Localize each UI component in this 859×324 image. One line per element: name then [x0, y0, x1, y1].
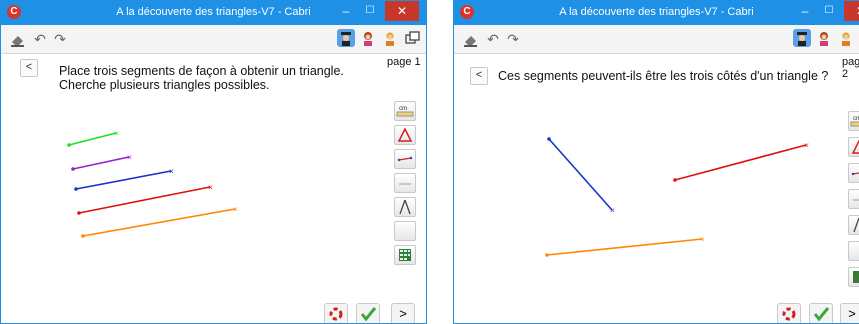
segment-endpoint-handle[interactable]: ×	[700, 236, 706, 244]
segment-endpoint[interactable]	[71, 167, 75, 171]
calculator-tool-icon[interactable]	[848, 267, 859, 287]
calculator-tool-icon[interactable]	[394, 245, 416, 265]
segment-endpoint-handle[interactable]: ×	[804, 142, 810, 150]
segment-endpoint[interactable]	[77, 211, 81, 215]
left-segment-4[interactable]	[78, 186, 211, 214]
segment-tool-icon[interactable]	[394, 149, 416, 169]
next-page-button[interactable]: >	[391, 303, 415, 323]
drawing-canvas[interactable]: × × × × ×	[1, 1, 427, 324]
right-segment-1[interactable]	[548, 138, 613, 211]
segment-endpoint-handle[interactable]: ×	[610, 207, 616, 215]
triangle-tool-icon[interactable]	[394, 125, 416, 145]
ruler-tool-icon[interactable]: cm	[848, 111, 859, 131]
segment-endpoint-handle[interactable]: ×	[114, 130, 120, 138]
ruler-tool-icon[interactable]: cm	[394, 101, 416, 121]
empty-tool-icon[interactable]	[848, 241, 859, 261]
compass-tool-icon[interactable]	[848, 215, 859, 235]
segment-endpoint[interactable]	[81, 234, 85, 238]
help-lifebuoy-button[interactable]	[777, 303, 801, 323]
help-lifebuoy-button[interactable]	[324, 303, 348, 323]
empty-tool-icon[interactable]	[394, 221, 416, 241]
next-page-button[interactable]: >	[840, 303, 859, 323]
segment-endpoint[interactable]	[74, 187, 78, 191]
left-segment-3[interactable]	[75, 170, 172, 190]
right-segment-3[interactable]	[546, 238, 703, 256]
cabri-window-left: C A la découverte des triangles-V7 - Cab…	[0, 0, 427, 324]
validate-check-button[interactable]	[809, 303, 833, 323]
segment-endpoint[interactable]	[673, 178, 677, 182]
segment-endpoint-handle[interactable]: ×	[127, 154, 133, 162]
right-segment-2[interactable]	[674, 144, 807, 181]
triangle-tool-icon[interactable]	[848, 137, 859, 157]
segment-endpoint-handle[interactable]: ×	[233, 206, 239, 214]
segment-endpoint[interactable]	[547, 137, 551, 141]
cabri-window-right: C A la découverte des triangles-V7 - Cab…	[453, 0, 859, 324]
left-segment-5[interactable]	[82, 208, 236, 237]
segment-endpoint-handle[interactable]: ×	[208, 184, 214, 192]
blank-tool-icon[interactable]	[394, 173, 416, 193]
blank-tool-icon[interactable]	[848, 189, 859, 209]
ruler-label: cm	[399, 106, 407, 112]
segment-tool-icon[interactable]	[848, 163, 859, 183]
validate-check-button[interactable]	[356, 303, 380, 323]
segment-endpoint-handle[interactable]: ×	[169, 168, 175, 176]
left-segment-2[interactable]	[72, 156, 130, 170]
left-segment-1[interactable]	[68, 132, 117, 146]
ruler-label: cm	[853, 116, 859, 122]
segment-endpoint[interactable]	[67, 143, 71, 147]
compass-tool-icon[interactable]	[394, 197, 416, 217]
drawing-canvas[interactable]: × × ×	[454, 1, 859, 324]
segment-endpoint[interactable]	[545, 253, 549, 257]
